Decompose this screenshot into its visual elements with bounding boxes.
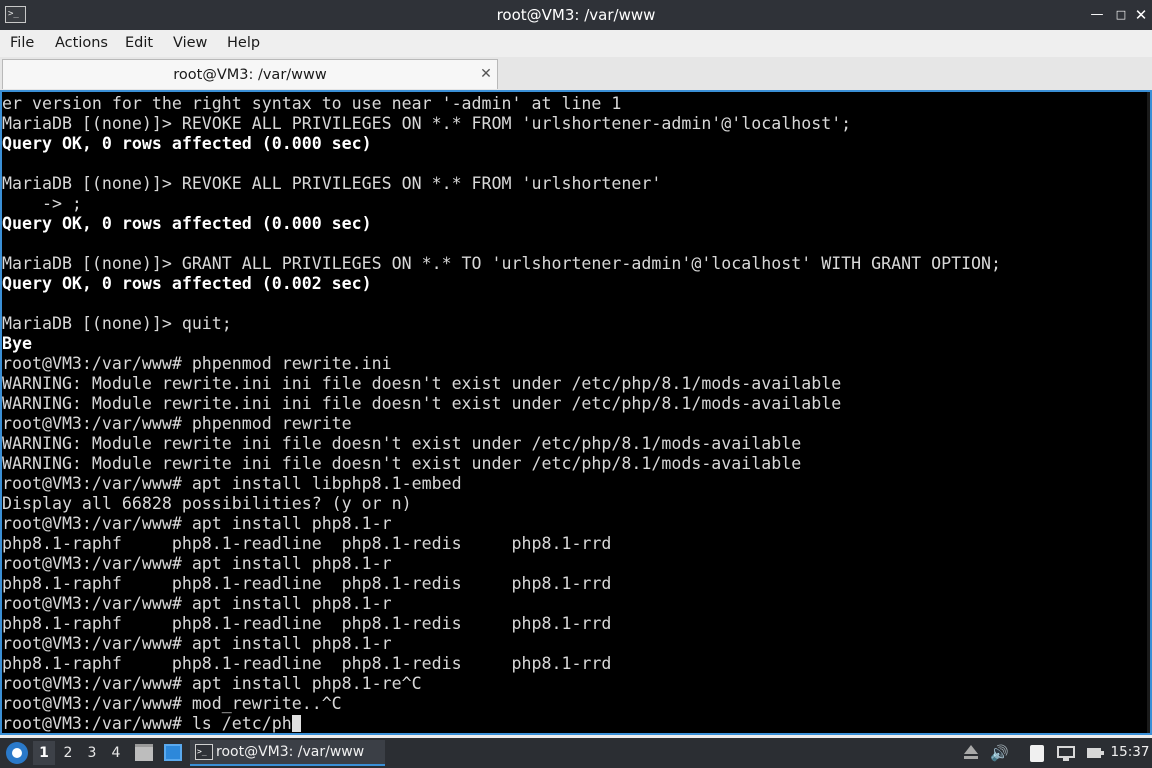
terminal-line: php8.1-raphf php8.1-readline php8.1-redi… xyxy=(2,534,612,553)
text-cursor xyxy=(291,715,301,732)
workspace-2[interactable]: 2 xyxy=(57,741,79,765)
terminal-line: er version for the right syntax to use n… xyxy=(2,94,622,113)
maximize-button[interactable]: □ xyxy=(1111,5,1131,25)
terminal-line: Query OK, 0 rows affected (0.000 sec) xyxy=(2,214,372,233)
terminal-line: WARNING: Module rewrite.ini ini file doe… xyxy=(2,374,842,393)
terminal-line: root@VM3:/var/www# phpenmod rewrite.ini xyxy=(2,354,392,373)
workspace-4[interactable]: 4 xyxy=(105,741,127,765)
tab-label: root@VM3: /var/www xyxy=(173,67,327,83)
close-button[interactable]: ✕ xyxy=(1131,5,1151,25)
terminal-scrollbar[interactable] xyxy=(1147,92,1150,733)
terminal-line: Bye xyxy=(2,334,32,353)
menu-bar: File Actions Edit View Help xyxy=(0,30,1152,57)
clock[interactable]: 15:37 xyxy=(1110,738,1150,768)
terminal-line: php8.1-raphf php8.1-readline php8.1-redi… xyxy=(2,654,612,673)
terminal-line: root@VM3:/var/www# apt install libphp8.1… xyxy=(2,474,462,493)
terminal-line: WARNING: Module rewrite ini file doesn't… xyxy=(2,434,802,453)
menu-edit[interactable]: Edit xyxy=(125,30,153,57)
terminal-line: root@VM3:/var/www# mod_rewrite..^C xyxy=(2,694,342,713)
taskbar-task-label: root@VM3: /var/www xyxy=(216,744,365,760)
terminal-window: >_ root@VM3: /var/www — □ ✕ File Actions… xyxy=(0,0,1152,738)
terminal-line: MariaDB [(none)]> REVOKE ALL PRIVILEGES … xyxy=(2,174,662,193)
terminal-line: root@VM3:/var/www# apt install php8.1-r xyxy=(2,594,392,613)
terminal-line: php8.1-raphf php8.1-readline php8.1-redi… xyxy=(2,574,612,593)
terminal-output[interactable]: er version for the right syntax to use n… xyxy=(0,90,1152,735)
title-bar[interactable]: >_ root@VM3: /var/www — □ ✕ xyxy=(0,0,1152,30)
clipboard-icon[interactable] xyxy=(1028,743,1046,763)
menu-help[interactable]: Help xyxy=(227,30,260,57)
terminal-line: MariaDB [(none)]> GRANT ALL PRIVILEGES O… xyxy=(2,254,1002,273)
taskbar-task-terminal[interactable]: >_ root@VM3: /var/www xyxy=(190,740,385,766)
terminal-line: Display all 66828 possibilities? (y or n… xyxy=(2,494,412,513)
tab-bar: root@VM3: /var/www ✕ xyxy=(0,57,1152,90)
minimize-button[interactable]: — xyxy=(1087,5,1107,25)
power-icon[interactable] xyxy=(1085,743,1105,763)
taskbar: 1 2 3 4 >_ root@VM3: /var/www 🔊 15:37 xyxy=(0,738,1152,768)
eject-icon[interactable] xyxy=(962,743,980,763)
workspace-3[interactable]: 3 xyxy=(81,741,103,765)
terminal-line: root@VM3:/var/www# ls /etc/ph xyxy=(2,714,1148,733)
terminal-line: WARNING: Module rewrite ini file doesn't… xyxy=(2,454,802,473)
terminal-line: MariaDB [(none)]> REVOKE ALL PRIVILEGES … xyxy=(2,114,852,133)
terminal-line: root@VM3:/var/www# phpenmod rewrite xyxy=(2,414,352,433)
show-desktop-icon[interactable] xyxy=(164,744,182,761)
tab-close-icon[interactable]: ✕ xyxy=(479,66,493,82)
terminal-line: -> ; xyxy=(2,194,82,213)
terminal-line: php8.1-raphf php8.1-readline php8.1-redi… xyxy=(2,614,612,633)
start-menu-icon[interactable] xyxy=(6,742,28,764)
terminal-line: MariaDB [(none)]> quit; xyxy=(2,314,232,333)
volume-icon[interactable]: 🔊 xyxy=(990,743,1010,763)
menu-actions[interactable]: Actions xyxy=(55,30,108,57)
menu-view[interactable]: View xyxy=(173,30,207,57)
terminal-line: Query OK, 0 rows affected (0.000 sec) xyxy=(2,134,372,153)
terminal-task-icon: >_ xyxy=(195,744,213,760)
terminal-line: root@VM3:/var/www# apt install php8.1-r xyxy=(2,554,392,573)
terminal-line: root@VM3:/var/www# apt install php8.1-r xyxy=(2,634,392,653)
terminal-line: root@VM3:/var/www# apt install php8.1-re… xyxy=(2,674,422,693)
tab-terminal[interactable]: root@VM3: /var/www ✕ xyxy=(2,59,498,89)
network-icon[interactable] xyxy=(1056,743,1076,763)
terminal-line: Query OK, 0 rows affected (0.002 sec) xyxy=(2,274,372,293)
menu-file[interactable]: File xyxy=(10,30,34,57)
workspace-1[interactable]: 1 xyxy=(33,741,55,765)
terminal-line: WARNING: Module rewrite.ini ini file doe… xyxy=(2,394,842,413)
terminal-lines: er version for the right syntax to use n… xyxy=(2,94,1148,733)
window-title: root@VM3: /var/www xyxy=(496,6,656,24)
terminal-line: root@VM3:/var/www# apt install php8.1-r xyxy=(2,514,392,533)
file-manager-icon[interactable] xyxy=(135,744,153,761)
